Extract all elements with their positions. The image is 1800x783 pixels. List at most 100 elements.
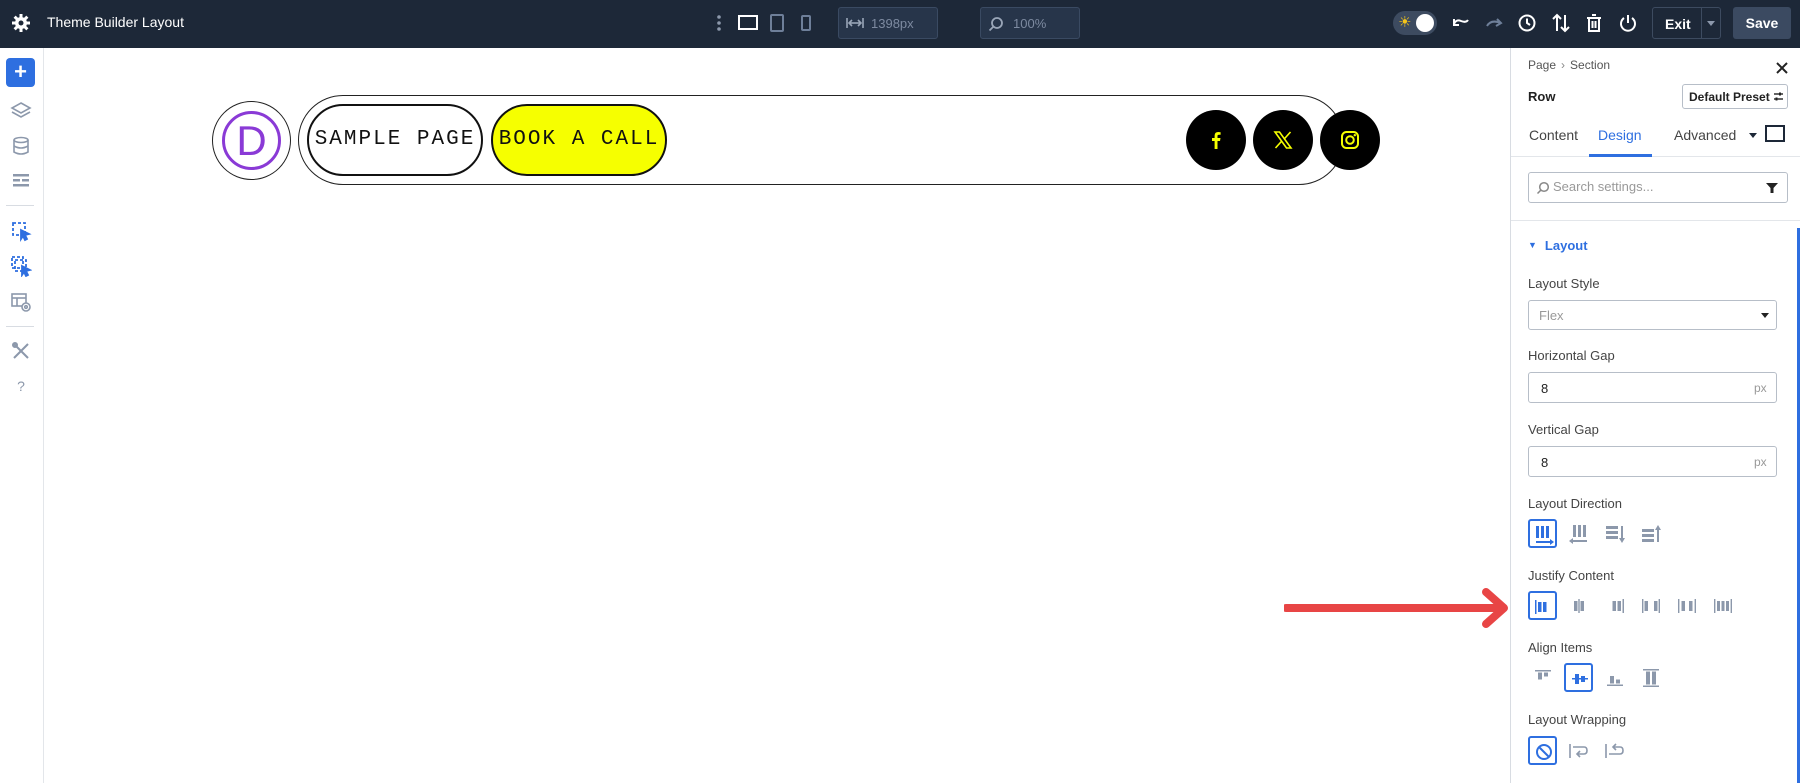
select-elements-icon[interactable]	[10, 255, 32, 277]
settings-gear-icon[interactable]	[10, 12, 32, 34]
instagram-icon[interactable]	[1320, 110, 1380, 170]
element-title: Row	[1528, 89, 1556, 104]
light-dark-toggle[interactable]: ☀	[1393, 11, 1437, 35]
add-element-button[interactable]: +	[6, 58, 35, 87]
exit-label: Exit	[1665, 16, 1691, 32]
align-items-label: Align Items	[1528, 640, 1593, 655]
layout-section-title: Layout	[1544, 238, 1588, 253]
exit-button[interactable]: Exit	[1652, 7, 1721, 39]
site-logo[interactable]: D	[212, 101, 291, 180]
nowrap-icon[interactable]	[1528, 736, 1557, 765]
filter-icon[interactable]	[1766, 182, 1778, 194]
preset-settings-icon	[1773, 91, 1784, 102]
left-toolbar: + ?	[0, 48, 44, 783]
direction-row-icon[interactable]	[1528, 519, 1557, 548]
redo-icon[interactable]	[1483, 12, 1505, 34]
sample-page-button[interactable]: SAMPLE PAGE	[307, 104, 483, 176]
direction-column-reverse-icon[interactable]	[1636, 519, 1665, 548]
power-icon[interactable]	[1617, 12, 1639, 34]
logo-letter: D	[222, 111, 281, 170]
settings-search[interactable]	[1528, 172, 1788, 203]
layout-section-toggle[interactable]: ▼ Layout	[1528, 238, 1588, 253]
layout-wrapping-label: Layout Wrapping	[1528, 712, 1627, 727]
tools-icon[interactable]	[10, 340, 32, 362]
view-mode-icon[interactable]	[1765, 125, 1785, 142]
toggle-knob	[1416, 14, 1434, 32]
justify-space-around-icon[interactable]	[1672, 591, 1701, 620]
width-resize-icon	[846, 16, 864, 30]
align-end-icon[interactable]	[1600, 663, 1629, 692]
panel-tabs: Content Design Advanced	[1511, 116, 1800, 157]
horizontal-gap-label: Horizontal Gap	[1528, 348, 1615, 363]
layers-icon[interactable]	[10, 100, 32, 122]
phone-view-icon[interactable]	[795, 12, 817, 34]
wrap-icon[interactable]	[1564, 736, 1593, 765]
more-options-icon[interactable]	[712, 12, 726, 34]
layout-style-select[interactable]: Flex	[1528, 300, 1777, 330]
search-icon	[1536, 181, 1550, 195]
database-icon[interactable]	[10, 135, 32, 157]
justify-start-icon[interactable]	[1528, 591, 1557, 620]
horizontal-gap-value: 8	[1541, 381, 1549, 396]
align-stretch-icon[interactable]	[1636, 663, 1665, 692]
exit-divider	[1701, 8, 1702, 38]
layout-style-label: Layout Style	[1528, 276, 1600, 291]
canvas-width-field[interactable]: 1398px	[838, 7, 938, 39]
breadcrumb-chevron-icon: ›	[1561, 58, 1566, 72]
header-row[interactable]: SAMPLE PAGE BOOK A CALL	[298, 95, 1380, 185]
layout-title: Theme Builder Layout	[47, 14, 184, 30]
direction-column-icon[interactable]	[1600, 519, 1629, 548]
tab-design[interactable]: Design	[1598, 127, 1642, 143]
facebook-icon[interactable]	[1186, 110, 1246, 170]
layout-style-value: Flex	[1539, 308, 1564, 323]
sections-icon[interactable]	[10, 170, 32, 192]
page-settings-icon[interactable]	[10, 220, 32, 242]
book-a-call-button[interactable]: BOOK A CALL	[491, 104, 667, 176]
align-center-icon[interactable]	[1564, 663, 1593, 692]
select-chevron-icon	[1760, 312, 1770, 320]
sun-icon: ☀	[1398, 14, 1412, 31]
horizontal-gap-unit[interactable]: px	[1754, 381, 1767, 395]
wrap-reverse-icon[interactable]	[1600, 736, 1629, 765]
exit-dropdown-chevron-icon[interactable]	[1706, 20, 1716, 28]
annotation-arrow	[1284, 588, 1526, 628]
history-icon[interactable]	[1516, 12, 1538, 34]
trash-icon[interactable]	[1583, 12, 1605, 34]
desktop-view-icon[interactable]	[737, 12, 759, 34]
vertical-gap-input[interactable]: 8 px	[1528, 446, 1777, 477]
rail-divider	[6, 326, 34, 327]
preset-label: Default Preset	[1689, 90, 1770, 104]
x-twitter-icon[interactable]	[1253, 110, 1313, 170]
search-input[interactable]	[1553, 179, 1753, 194]
tabs-more-chevron-icon[interactable]	[1748, 132, 1758, 140]
align-start-icon[interactable]	[1528, 663, 1557, 692]
justify-content-label: Justify Content	[1528, 568, 1614, 583]
builder-canvas: D SAMPLE PAGE BOOK A CALL	[45, 48, 1510, 783]
vertical-gap-unit[interactable]: px	[1754, 455, 1767, 469]
direction-row-reverse-icon[interactable]	[1564, 519, 1593, 548]
zoom-field[interactable]: 100%	[980, 7, 1080, 39]
portability-icon[interactable]	[1550, 12, 1572, 34]
breadcrumb-section[interactable]: Section	[1570, 58, 1610, 72]
justify-space-between-icon[interactable]	[1636, 591, 1665, 620]
justify-end-icon[interactable]	[1600, 591, 1629, 620]
help-icon[interactable]: ?	[10, 375, 32, 397]
tablet-view-icon[interactable]	[766, 12, 788, 34]
tab-advanced[interactable]: Advanced	[1674, 127, 1736, 143]
active-tab-indicator	[1589, 154, 1652, 157]
horizontal-gap-input[interactable]: 8 px	[1528, 372, 1777, 403]
save-button[interactable]: Save	[1733, 7, 1791, 39]
undo-icon[interactable]	[1450, 12, 1472, 34]
preset-dropdown[interactable]: Default Preset	[1682, 84, 1788, 109]
justify-space-evenly-icon[interactable]	[1708, 591, 1737, 620]
zoom-search-icon	[988, 16, 1004, 32]
breadcrumb-page[interactable]: Page	[1528, 58, 1556, 72]
vertical-gap-label: Vertical Gap	[1528, 422, 1599, 437]
justify-center-icon[interactable]	[1564, 591, 1593, 620]
tab-content[interactable]: Content	[1529, 127, 1578, 143]
caret-down-icon: ▼	[1528, 240, 1537, 250]
close-icon[interactable]	[1774, 60, 1790, 76]
svg-text:?: ?	[17, 378, 25, 394]
rail-divider	[6, 205, 34, 206]
template-settings-icon[interactable]	[10, 291, 32, 313]
